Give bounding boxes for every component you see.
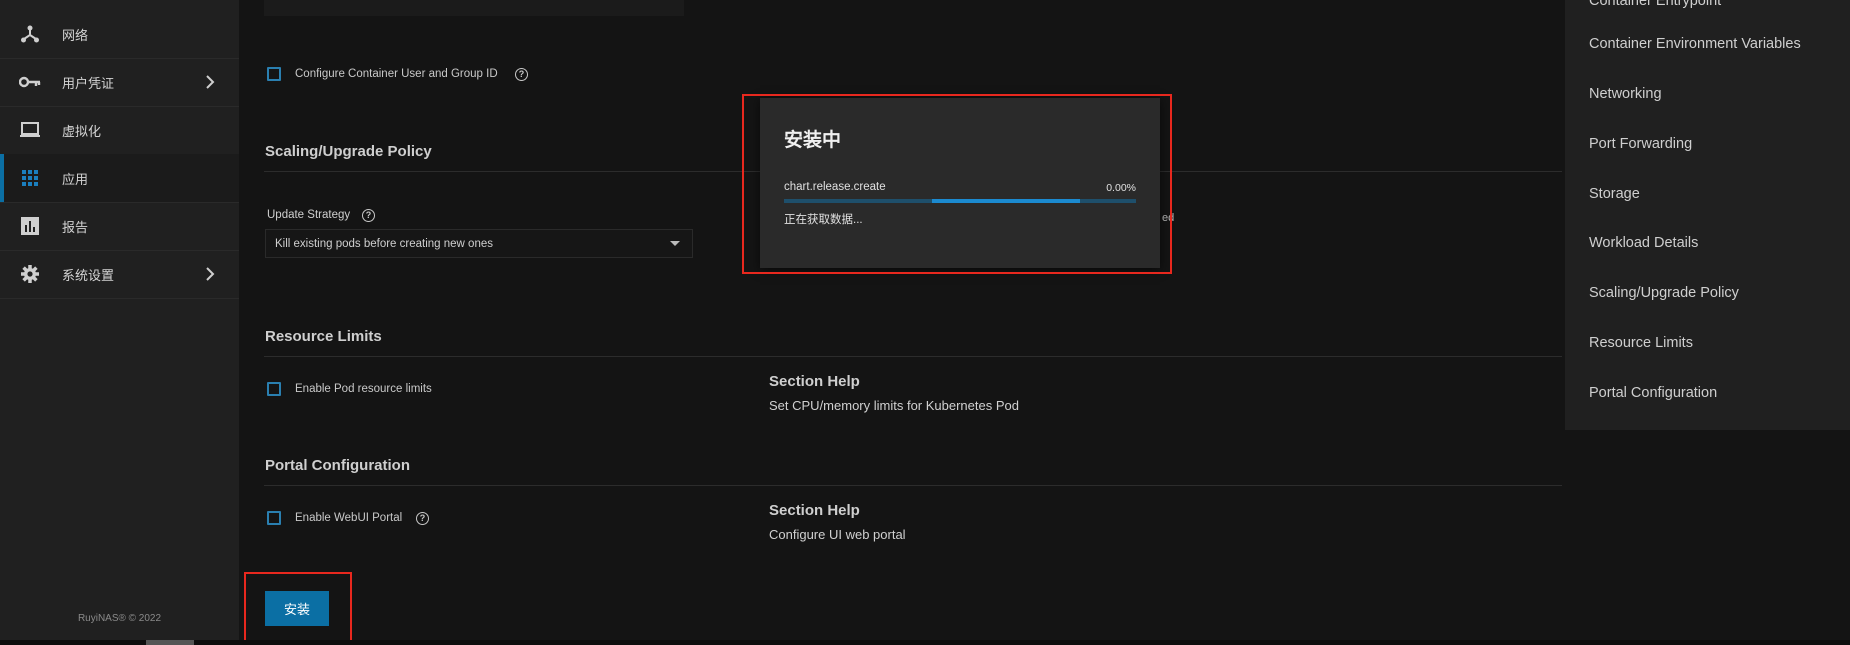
toc-item[interactable]: Workload Details: [1589, 235, 1698, 251]
sidebar-item-label: 虚拟化: [62, 123, 102, 139]
highlight-dialog: [742, 94, 1172, 274]
dropdown-arrow-icon: [670, 241, 680, 246]
sidebar-item-system-settings[interactable]: 系统设置: [0, 250, 239, 299]
help-icon[interactable]: ?: [362, 209, 375, 222]
container-user-checkbox[interactable]: [267, 67, 281, 81]
sidebar-item-reports[interactable]: 报告: [0, 202, 239, 251]
webui-portal-label: Enable WebUI Portal: [295, 512, 403, 524]
sidebar: 网络 用户凭证 虚拟化 应用 报告 系统设置 RuyiNAS® © 2022: [0, 0, 239, 645]
portal-section-title: Portal Configuration: [265, 457, 410, 474]
monitor-icon: [19, 119, 41, 141]
webui-portal-checkbox[interactable]: [267, 511, 281, 525]
container-user-label: Configure Container User and Group ID: [295, 68, 498, 80]
scrollbar-thumb[interactable]: [146, 640, 194, 645]
toc-item[interactable]: Portal Configuration: [1589, 385, 1717, 401]
divider: [264, 485, 1562, 486]
apps-grid-icon: [19, 167, 41, 189]
divider: [264, 356, 1562, 357]
section-navigation: Container Entrypoint Container Environme…: [1565, 0, 1850, 430]
sidebar-item-network[interactable]: 网络: [0, 10, 239, 59]
help-icon[interactable]: ?: [515, 68, 528, 81]
update-strategy-value: Kill existing pods before creating new o…: [275, 238, 493, 250]
toc-item[interactable]: Container Environment Variables: [1589, 36, 1801, 52]
bar-chart-icon: [19, 215, 41, 237]
sidebar-item-label: 网络: [62, 27, 89, 43]
toc-item[interactable]: Networking: [1589, 86, 1662, 102]
help-icon[interactable]: ?: [416, 512, 429, 525]
toc-item[interactable]: Port Forwarding: [1589, 136, 1692, 152]
copyright-text: RuyiNAS® © 2022: [77, 613, 162, 624]
sidebar-item-label: 应用: [62, 171, 89, 187]
network-icon: [19, 23, 41, 45]
sidebar-item-label: 系统设置: [62, 267, 115, 283]
toc-item[interactable]: Storage: [1589, 186, 1640, 202]
update-strategy-label: Update Strategy: [267, 209, 351, 221]
highlight-install-button: [244, 572, 352, 642]
gear-icon: [19, 263, 41, 285]
key-icon: [19, 71, 41, 93]
resource-limits-checkbox[interactable]: [267, 382, 281, 396]
toc-item[interactable]: Resource Limits: [1589, 335, 1693, 351]
sidebar-item-apps[interactable]: 应用: [0, 154, 239, 203]
sidebar-item-virtualization[interactable]: 虚拟化: [0, 106, 239, 155]
resource-limits-label: Enable Pod resource limits: [295, 383, 432, 395]
portal-help-title: Section Help: [769, 502, 860, 519]
truncated-text-field[interactable]: [264, 0, 684, 16]
scaling-section-title: Scaling/Upgrade Policy: [265, 143, 432, 160]
toc-item[interactable]: Container Entrypoint: [1589, 0, 1721, 9]
chevron-right-icon: [204, 264, 216, 287]
toc-item[interactable]: Scaling/Upgrade Policy: [1589, 285, 1739, 301]
sidebar-item-credentials[interactable]: 用户凭证: [0, 58, 239, 107]
update-strategy-select[interactable]: Kill existing pods before creating new o…: [265, 229, 693, 258]
resource-help-title: Section Help: [769, 373, 860, 390]
resource-help-text: Set CPU/memory limits for Kubernetes Pod: [769, 398, 1019, 413]
sidebar-item-label: 报告: [62, 219, 89, 235]
portal-help-text: Configure UI web portal: [769, 527, 906, 542]
resource-section-title: Resource Limits: [265, 328, 382, 345]
horizontal-scrollbar[interactable]: [0, 640, 1850, 645]
chevron-right-icon: [204, 72, 216, 95]
sidebar-item-label: 用户凭证: [62, 75, 115, 91]
